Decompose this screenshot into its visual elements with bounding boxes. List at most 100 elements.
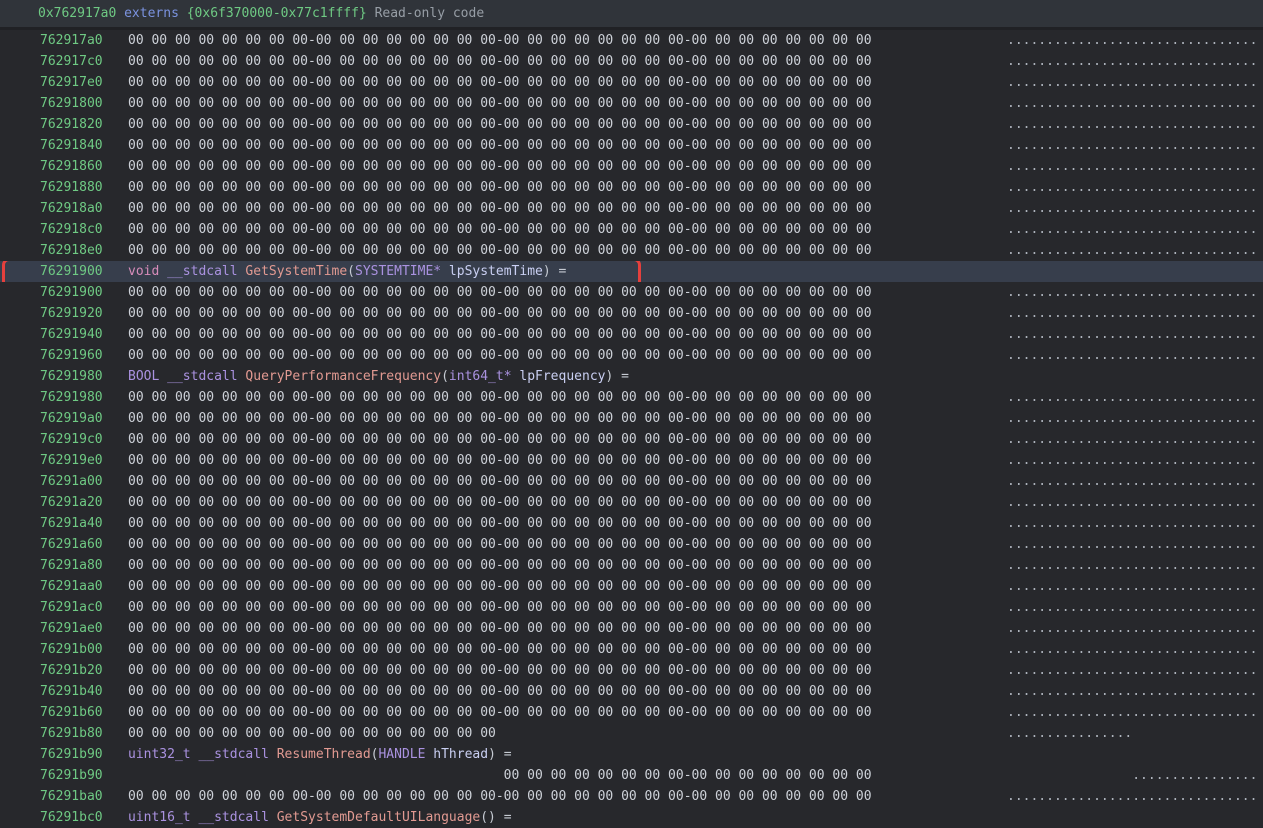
hex-dump-row[interactable]: 7629190000 00 00 00 00 00 00 00-00 00 00… (0, 282, 1263, 303)
hex-bytes[interactable]: 00 00 00 00 00 00 00 00-00 00 00 00 00 0… (128, 348, 1007, 363)
hex-bytes[interactable]: 00 00 00 00 00 00 00 00-00 00 00 00 00 0… (128, 474, 1007, 489)
hex-bytes[interactable]: 00 00 00 00 00 00 00 00-00 00 00 00 00 0… (128, 285, 1007, 300)
hex-dump-row[interactable]: 76291ae000 00 00 00 00 00 00 00-00 00 00… (0, 618, 1263, 639)
row-address[interactable]: 762918a0 (0, 201, 128, 216)
row-address[interactable]: 76291800 (0, 96, 128, 111)
hex-dump-row[interactable]: 76291b0000 00 00 00 00 00 00 00-00 00 00… (0, 639, 1263, 660)
hex-dump-row[interactable]: 762918a000 00 00 00 00 00 00 00-00 00 00… (0, 198, 1263, 219)
row-address[interactable]: 76291b40 (0, 684, 128, 699)
row-address[interactable]: 76291b90 (0, 768, 128, 783)
function-signature-row[interactable]: 76291900void __stdcall GetSystemTime(SYS… (0, 261, 1263, 282)
hex-bytes[interactable]: 00 00 00 00 00 00 00 00-00 00 00 00 00 0… (128, 579, 1007, 594)
row-address[interactable]: 76291960 (0, 348, 128, 363)
hex-dump-row[interactable]: 76291ac000 00 00 00 00 00 00 00-00 00 00… (0, 597, 1263, 618)
ascii-preview[interactable]: ................................ (1007, 54, 1263, 69)
hex-dump-row[interactable]: 76291a6000 00 00 00 00 00 00 00-00 00 00… (0, 534, 1263, 555)
hex-dump-row[interactable]: 7629198000 00 00 00 00 00 00 00-00 00 00… (0, 387, 1263, 408)
ascii-preview[interactable]: ................................ (1007, 705, 1263, 720)
ascii-preview[interactable]: ................................ (1007, 432, 1263, 447)
row-address[interactable]: 76291920 (0, 306, 128, 321)
ascii-preview[interactable]: ................................ (1007, 348, 1263, 363)
hex-bytes[interactable]: 00 00 00 00 00 00 00 00-00 00 00 00 00 0… (128, 453, 1007, 468)
ascii-preview[interactable]: ................................ (1007, 96, 1263, 111)
hex-bytes[interactable]: 00 00 00 00 00 00 00 00-00 00 00 00 00 0… (128, 705, 1007, 720)
row-address[interactable]: 762919e0 (0, 453, 128, 468)
hex-dump-row[interactable]: 76291b4000 00 00 00 00 00 00 00-00 00 00… (0, 681, 1263, 702)
hex-bytes[interactable]: 00 00 00 00 00 00 00 00-00 00 00 00 00 0… (128, 243, 1007, 258)
ascii-preview[interactable]: ................................ (1007, 180, 1263, 195)
ascii-preview[interactable]: ................................ (1007, 243, 1263, 258)
hex-dump-row[interactable]: 762919c000 00 00 00 00 00 00 00-00 00 00… (0, 429, 1263, 450)
ascii-preview[interactable]: ................................ (1007, 159, 1263, 174)
row-address[interactable]: 76291980 (0, 390, 128, 405)
hex-bytes[interactable]: 00 00 00 00 00 00 00 00-00 00 00 00 00 0… (128, 768, 1007, 783)
ascii-preview[interactable]: ................................ (1007, 474, 1263, 489)
row-address[interactable]: 762919a0 (0, 411, 128, 426)
hex-bytes[interactable]: 00 00 00 00 00 00 00 00-00 00 00 00 00 0… (128, 306, 1007, 321)
row-address[interactable]: 76291a80 (0, 558, 128, 573)
ascii-preview[interactable]: ................................ (1007, 117, 1263, 132)
row-address[interactable]: 76291aa0 (0, 579, 128, 594)
function-signature-row[interactable]: 76291b90uint32_t __stdcall ResumeThread(… (0, 744, 1263, 765)
row-address[interactable]: 76291880 (0, 180, 128, 195)
hex-bytes[interactable]: 00 00 00 00 00 00 00 00-00 00 00 00 00 0… (128, 432, 1007, 447)
hex-dump-row[interactable]: 7629188000 00 00 00 00 00 00 00-00 00 00… (0, 177, 1263, 198)
hex-dump-row[interactable]: 76291a0000 00 00 00 00 00 00 00-00 00 00… (0, 471, 1263, 492)
function-name-token[interactable]: GetSystemDefaultUILanguage (277, 810, 481, 825)
row-address[interactable]: 76291980 (0, 369, 128, 384)
hex-dump-row[interactable]: 762919a000 00 00 00 00 00 00 00-00 00 00… (0, 408, 1263, 429)
ascii-preview[interactable]: ................................ (1007, 495, 1263, 510)
hex-dump-row[interactable]: 76291ba000 00 00 00 00 00 00 00-00 00 00… (0, 786, 1263, 807)
ascii-preview[interactable]: ................................ (1007, 222, 1263, 237)
ascii-preview[interactable]: ................................ (1007, 201, 1263, 216)
function-signature-row[interactable]: 76291980BOOL __stdcall QueryPerformanceF… (0, 366, 1263, 387)
hex-bytes[interactable]: 00 00 00 00 00 00 00 00-00 00 00 00 00 0… (128, 789, 1007, 804)
hex-dump-row[interactable]: 762919e000 00 00 00 00 00 00 00-00 00 00… (0, 450, 1263, 471)
hex-bytes[interactable]: 00 00 00 00 00 00 00 00-00 00 00 00 00 0… (128, 558, 1007, 573)
hex-bytes[interactable]: 00 00 00 00 00 00 00 00-00 00 00 00 00 0… (128, 96, 1007, 111)
hex-dump-row[interactable]: 7629196000 00 00 00 00 00 00 00-00 00 00… (0, 345, 1263, 366)
row-address[interactable]: 762918c0 (0, 222, 128, 237)
ascii-preview[interactable]: ................................ (1007, 411, 1263, 426)
row-address[interactable]: 76291940 (0, 327, 128, 342)
hex-bytes[interactable]: 00 00 00 00 00 00 00 00-00 00 00 00 00 0… (128, 684, 1007, 699)
hex-dump-row[interactable]: 762918c000 00 00 00 00 00 00 00-00 00 00… (0, 219, 1263, 240)
ascii-preview[interactable]: ................................ (1007, 327, 1263, 342)
row-address[interactable]: 76291b60 (0, 705, 128, 720)
function-name-token[interactable]: GetSystemTime (245, 264, 347, 279)
row-address[interactable]: 76291ac0 (0, 600, 128, 615)
row-address[interactable]: 76291bc0 (0, 810, 128, 825)
hex-dump-row[interactable]: 7629184000 00 00 00 00 00 00 00-00 00 00… (0, 135, 1263, 156)
hex-dump-row[interactable]: 76291aa000 00 00 00 00 00 00 00-00 00 00… (0, 576, 1263, 597)
ascii-preview[interactable]: ................................ (1007, 558, 1263, 573)
hex-dump-row[interactable]: 7629186000 00 00 00 00 00 00 00-00 00 00… (0, 156, 1263, 177)
hex-bytes[interactable]: 00 00 00 00 00 00 00 00-00 00 00 00 00 0… (128, 495, 1007, 510)
ascii-preview[interactable]: ................................ (1007, 306, 1263, 321)
row-address[interactable]: 76291900 (0, 264, 128, 279)
hex-bytes[interactable]: 00 00 00 00 00 00 00 00-00 00 00 00 00 0… (128, 390, 1007, 405)
hex-dump-row[interactable]: 76291b6000 00 00 00 00 00 00 00-00 00 00… (0, 702, 1263, 723)
row-address[interactable]: 762917a0 (0, 33, 128, 48)
hex-bytes[interactable]: 00 00 00 00 00 00 00 00-00 00 00 00 00 0… (128, 201, 1007, 216)
hex-bytes[interactable]: 00 00 00 00 00 00 00 00-00 00 00 00 00 0… (128, 159, 1007, 174)
row-address[interactable]: 76291a60 (0, 537, 128, 552)
hex-bytes[interactable]: 00 00 00 00 00 00 00 00-00 00 00 00 00 0… (128, 33, 1007, 48)
ascii-preview[interactable]: ................ (1007, 768, 1263, 783)
row-address[interactable]: 76291840 (0, 138, 128, 153)
hex-dump-row[interactable]: 76291b8000 00 00 00 00 00 00 00-00 00 00… (0, 723, 1263, 744)
ascii-preview[interactable]: ................................ (1007, 579, 1263, 594)
hex-dump-row[interactable]: 7629194000 00 00 00 00 00 00 00-00 00 00… (0, 324, 1263, 345)
ascii-preview[interactable]: ................ (1007, 726, 1263, 741)
row-address[interactable]: 76291820 (0, 117, 128, 132)
hex-dump-row[interactable]: 76291a8000 00 00 00 00 00 00 00-00 00 00… (0, 555, 1263, 576)
hex-dump-row[interactable]: 762917c000 00 00 00 00 00 00 00-00 00 00… (0, 51, 1263, 72)
row-address[interactable]: 76291b20 (0, 663, 128, 678)
hex-bytes[interactable]: 00 00 00 00 00 00 00 00-00 00 00 00 00 0… (128, 327, 1007, 342)
ascii-preview[interactable]: ................................ (1007, 642, 1263, 657)
ascii-preview[interactable]: ................................ (1007, 621, 1263, 636)
hex-dump-row[interactable]: 7629182000 00 00 00 00 00 00 00-00 00 00… (0, 114, 1263, 135)
hex-dump-row[interactable]: 76291a4000 00 00 00 00 00 00 00-00 00 00… (0, 513, 1263, 534)
row-address[interactable]: 762917c0 (0, 54, 128, 69)
hex-dump-row[interactable]: 762917a000 00 00 00 00 00 00 00-00 00 00… (0, 30, 1263, 51)
hex-bytes[interactable]: 00 00 00 00 00 00 00 00-00 00 00 00 00 0… (128, 642, 1007, 657)
